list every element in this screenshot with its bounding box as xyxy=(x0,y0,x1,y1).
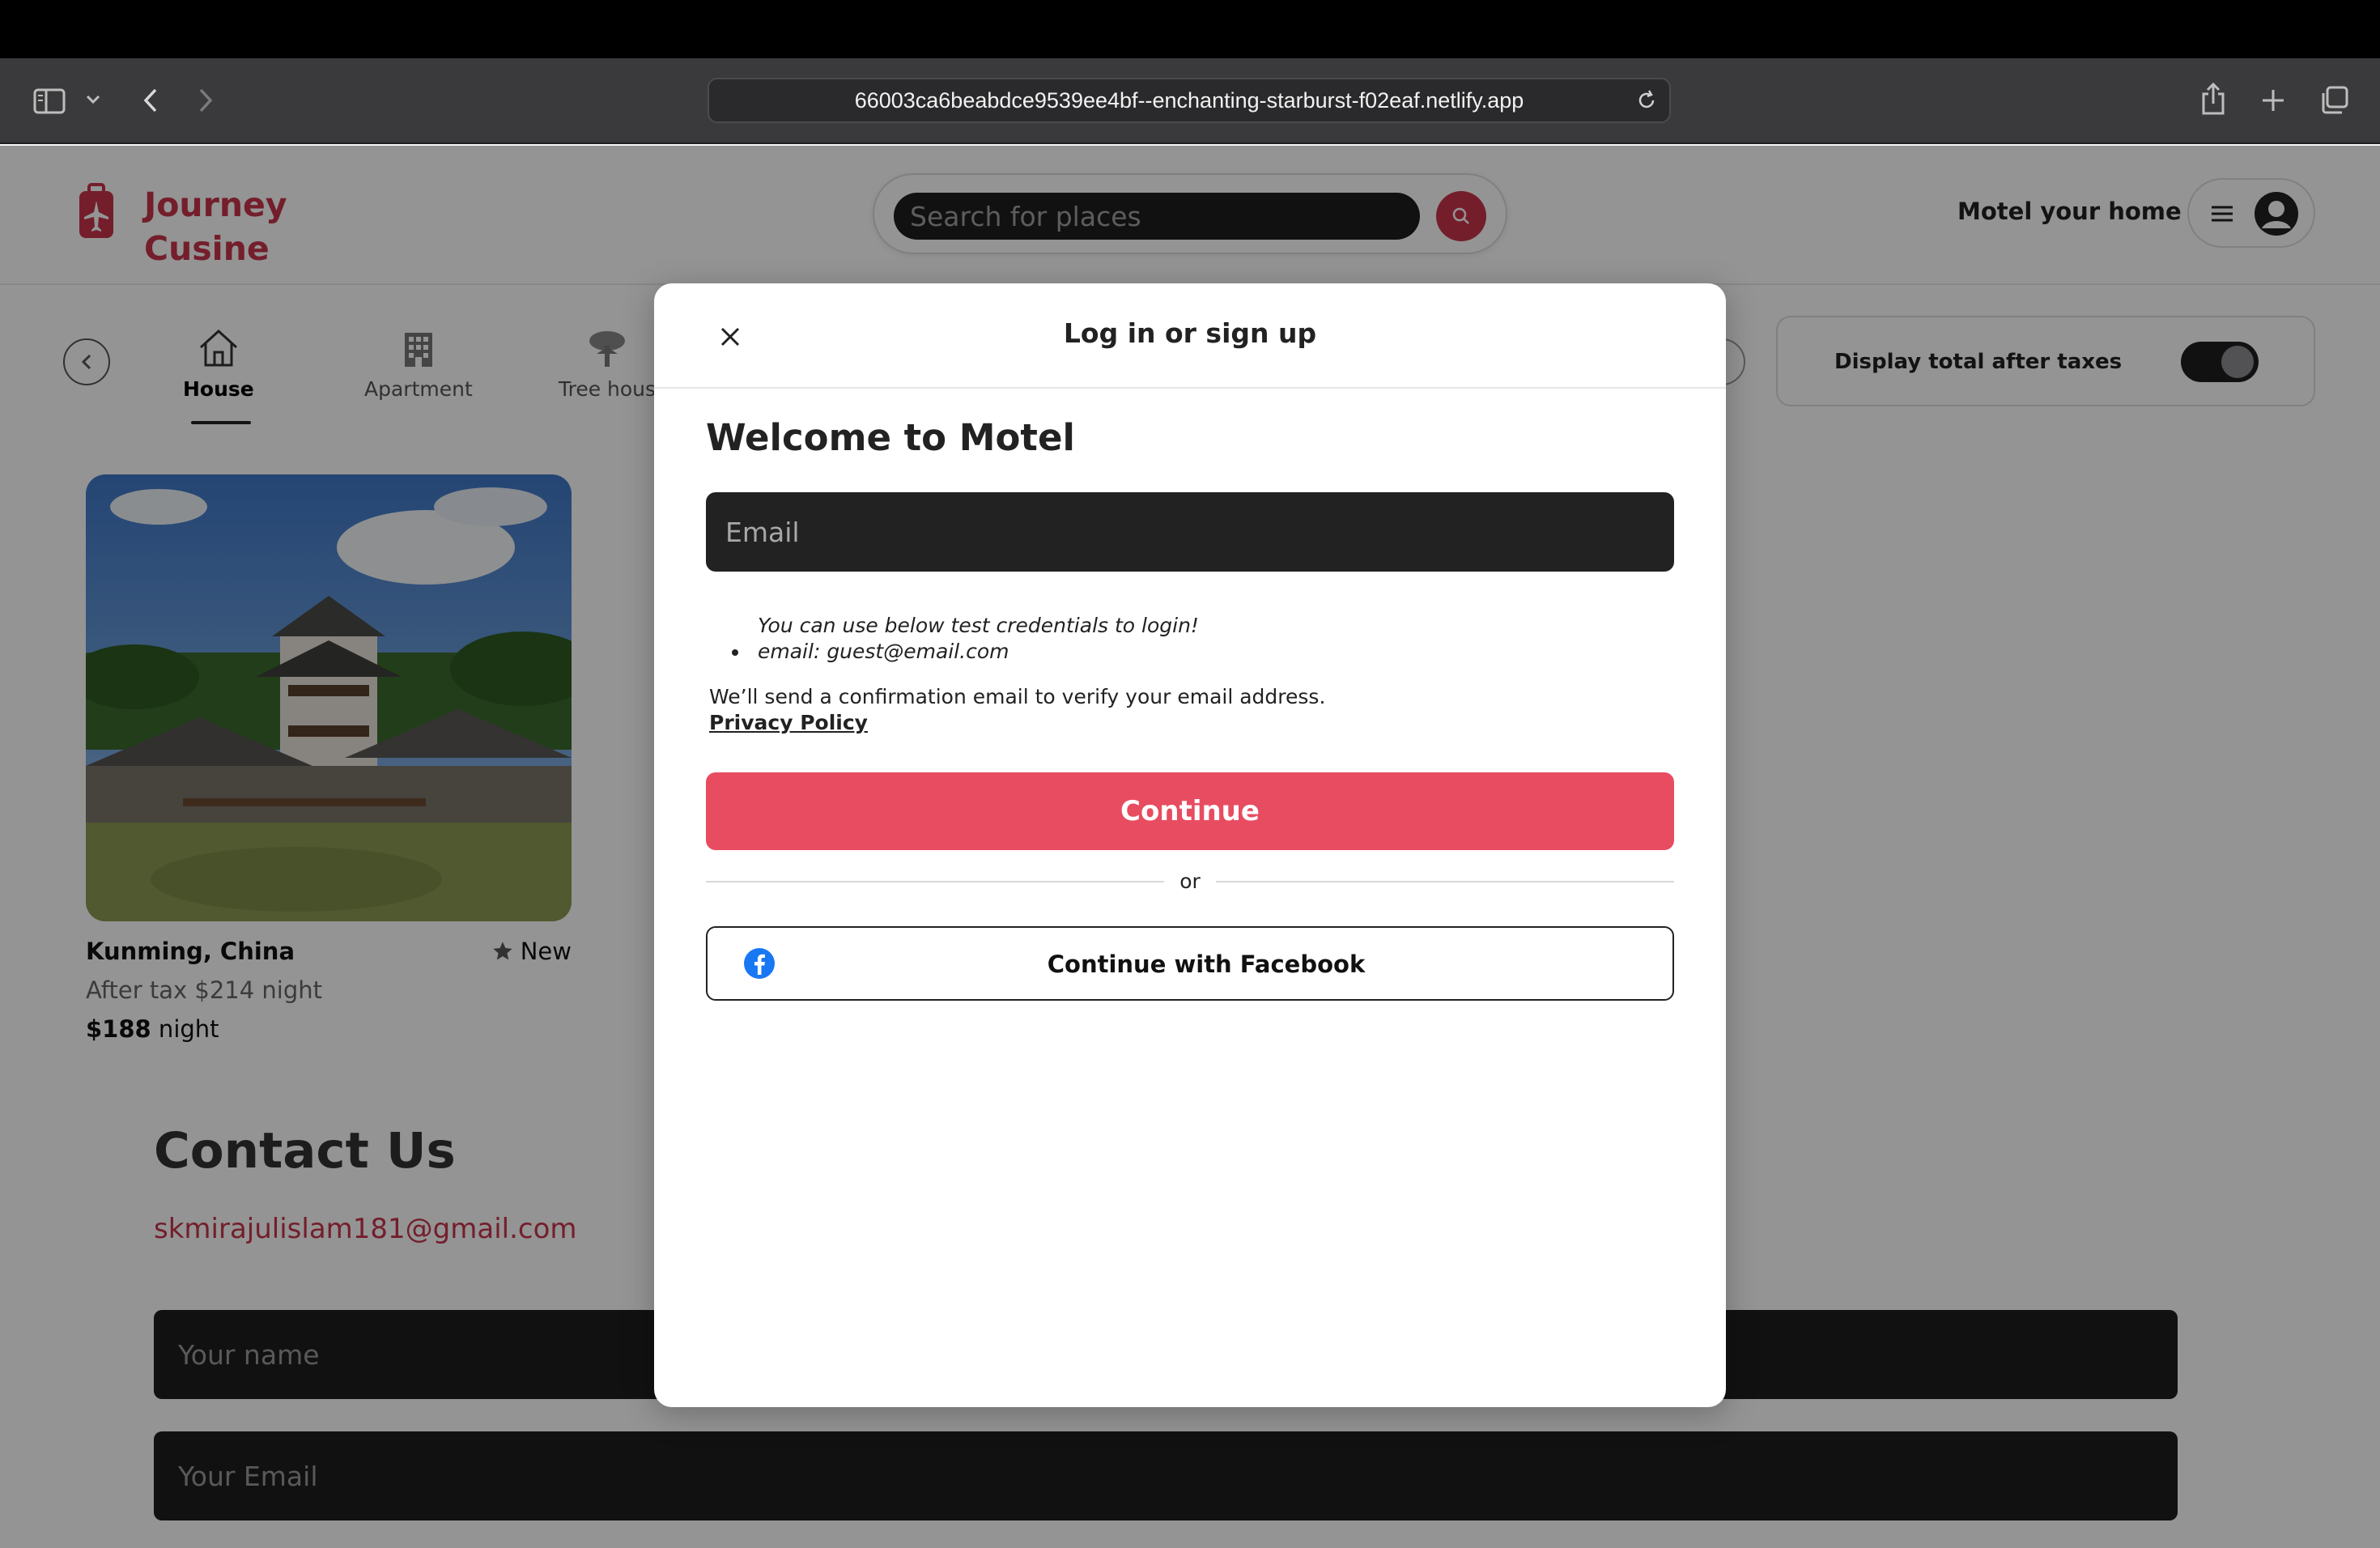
sidebar-toggle-icon[interactable] xyxy=(31,83,68,120)
share-icon[interactable] xyxy=(2197,79,2229,120)
forward-arrow-icon[interactable] xyxy=(189,83,222,118)
facebook-login-button[interactable]: Continue with Facebook xyxy=(706,926,1674,1001)
tab-overview-icon[interactable] xyxy=(2317,83,2352,118)
modal-title: Log in or sign up xyxy=(1063,317,1317,349)
welcome-heading: Welcome to Motel xyxy=(706,416,1075,459)
credentials-hint: You can use below test credentials to lo… xyxy=(758,614,1199,637)
system-menubar xyxy=(0,0,2380,58)
back-arrow-icon[interactable] xyxy=(134,83,167,118)
email-field[interactable] xyxy=(706,492,1674,572)
modal-header: Log in or sign up xyxy=(654,283,1726,389)
credentials-email: email: guest@email.com xyxy=(758,640,1009,663)
chevron-down-icon[interactable] xyxy=(81,87,105,112)
continue-button[interactable]: Continue xyxy=(706,772,1674,850)
privacy-policy-link[interactable]: Privacy Policy xyxy=(709,711,868,734)
url-text[interactable]: 66003ca6beabdce9539ee4bf--enchanting-sta… xyxy=(709,79,1621,121)
or-divider: or xyxy=(706,870,1674,894)
list-bullet xyxy=(732,649,738,656)
confirmation-text: We’ll send a confirmation email to verif… xyxy=(709,685,1326,708)
login-modal: Log in or sign up Welcome to Motel You c… xyxy=(654,283,1726,1407)
web-page: Journey Cusine Motel your home House Apa… xyxy=(0,146,2380,1548)
new-tab-icon[interactable] xyxy=(2255,83,2291,118)
address-bar[interactable]: 66003ca6beabdce9539ee4bf--enchanting-sta… xyxy=(708,78,1671,123)
reload-icon[interactable] xyxy=(1635,89,1658,115)
browser-toolbar: 66003ca6beabdce9539ee4bf--enchanting-sta… xyxy=(0,58,2380,144)
facebook-login-label: Continue with Facebook xyxy=(1047,950,1366,978)
divider-line-right xyxy=(1216,881,1674,882)
